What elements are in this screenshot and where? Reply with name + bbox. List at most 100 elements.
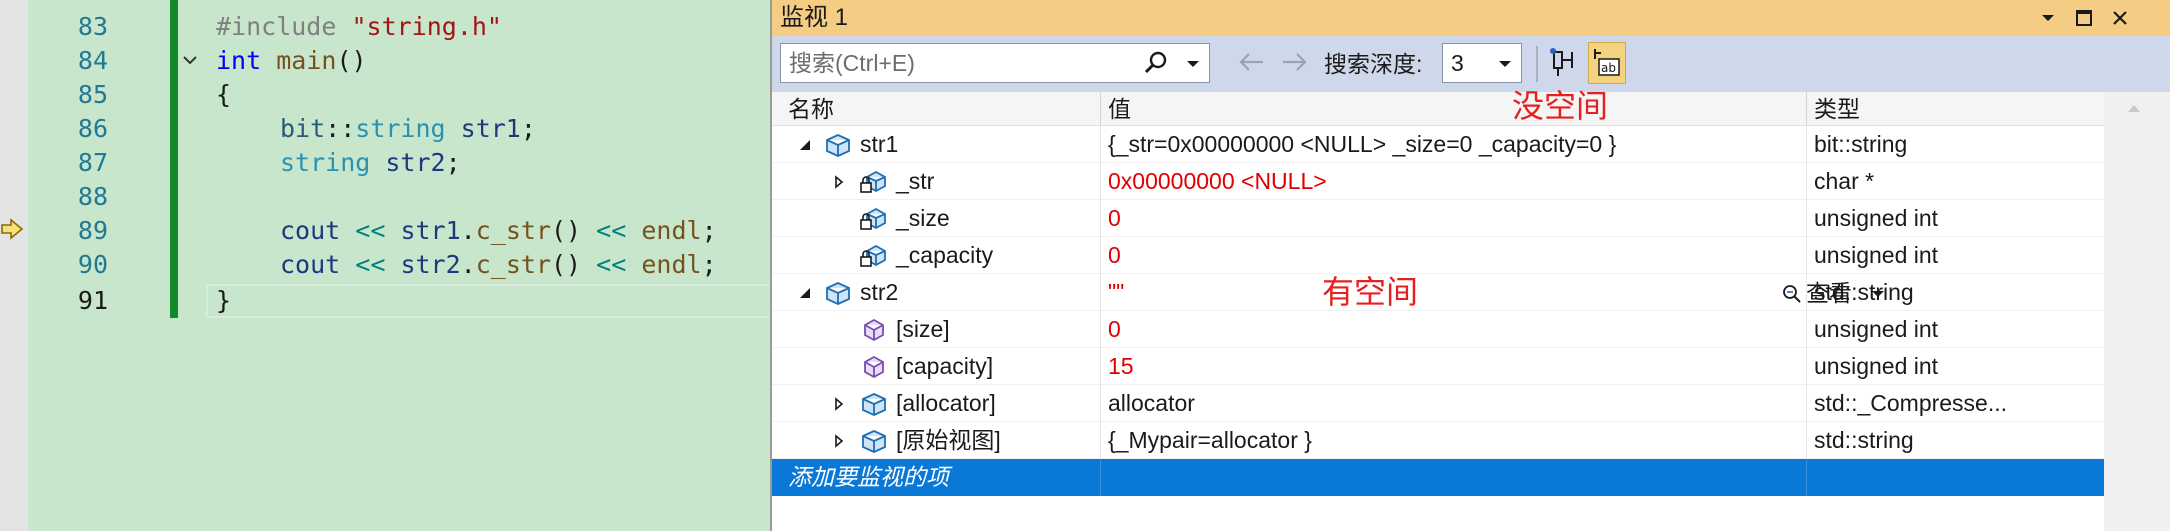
- line-number: 86: [77, 114, 108, 143]
- object-icon: [826, 282, 850, 305]
- watch-row-name: str2: [860, 279, 899, 305]
- watch-title: 监视 1: [780, 4, 849, 31]
- collapse-triangle-icon[interactable]: [798, 138, 812, 152]
- watch-toolbar: 搜索(Ctrl+E) 搜索深度: 3 ab: [772, 36, 2170, 92]
- cell-separator: [1100, 422, 1101, 459]
- cell-separator: [1100, 385, 1101, 422]
- column-resize-handle[interactable]: [1806, 92, 1807, 125]
- search-input[interactable]: 搜索(Ctrl+E): [780, 43, 1210, 83]
- private-field-icon: [860, 244, 886, 267]
- watch-row-value[interactable]: 0: [1108, 200, 1121, 237]
- cell-separator: [1806, 237, 1807, 274]
- window-options-icon[interactable]: [2034, 4, 2062, 32]
- watch-row[interactable]: [capacity] 15 unsigned int: [772, 348, 2104, 385]
- annotation-no-space: 没空间: [1512, 88, 1609, 124]
- code-editor[interactable]: 83 84 85 86 87 88 89 90 91 #include "str…: [0, 0, 806, 531]
- watch-row-name: _str: [896, 168, 935, 194]
- watch-row-value[interactable]: 0x00000000 <NULL>: [1108, 163, 1327, 200]
- pin-icon[interactable]: [1548, 46, 1582, 82]
- cell-separator: [1100, 126, 1101, 163]
- search-icon[interactable]: [1143, 50, 1169, 76]
- cell-separator: [1806, 422, 1807, 459]
- watch-row-name: _capacity: [896, 242, 994, 268]
- cell-separator: [1806, 274, 1807, 311]
- line-number: 83: [77, 12, 108, 41]
- watch-row-value[interactable]: 0: [1108, 237, 1121, 274]
- add-watch-item-label[interactable]: 添加要监视的项: [788, 459, 949, 496]
- breakpoint-gutter[interactable]: [0, 0, 28, 531]
- search-forward-arrow-icon[interactable]: [1280, 50, 1310, 74]
- expand-triangle-icon[interactable]: [832, 434, 846, 448]
- cell-separator: [1100, 163, 1101, 200]
- watch-row[interactable]: _capacity 0 unsigned int: [772, 237, 2104, 274]
- watch-row-value[interactable]: 0: [1108, 311, 1121, 348]
- watch-row[interactable]: _str 0x00000000 <NULL> char *: [772, 163, 2104, 200]
- line-number-current: 91: [77, 286, 108, 315]
- chevron-down-icon[interactable]: [1497, 58, 1513, 70]
- cell-separator: [1806, 311, 1807, 348]
- svg-text:ab: ab: [1601, 61, 1616, 75]
- private-field-icon: [860, 170, 886, 193]
- watch-row-type: char *: [1814, 168, 1875, 194]
- watch-row[interactable]: [allocator] allocator std::_Compresse...: [772, 385, 2104, 422]
- expand-triangle-icon[interactable]: [832, 175, 846, 189]
- watch-row-value[interactable]: {_Mypair=allocator }: [1108, 422, 1312, 459]
- vertical-scrollbar[interactable]: [2104, 92, 2170, 531]
- code-line: cout << str2.c_str() << endl;: [280, 250, 717, 279]
- column-header-name[interactable]: 名称: [788, 92, 834, 126]
- change-tracking-bar: [170, 0, 178, 318]
- watch-row-value[interactable]: {_str=0x00000000 <NULL> _size=0 _capacit…: [1108, 126, 1616, 163]
- column-header-value[interactable]: 值: [1108, 92, 1131, 126]
- chevron-down-icon[interactable]: [1185, 58, 1201, 70]
- code-line: string str2;: [280, 148, 461, 177]
- object-icon: [826, 134, 850, 157]
- search-depth-label: 搜索深度:: [1324, 51, 1423, 77]
- watch-row[interactable]: [原始视图] {_Mypair=allocator } std::string: [772, 422, 2104, 459]
- watch-row-name: [capacity]: [896, 353, 994, 379]
- search-depth-select[interactable]: 3: [1442, 43, 1522, 83]
- code-line: bit::string str1;: [280, 114, 536, 143]
- current-line-highlight: [206, 284, 806, 318]
- cell-separator: [1806, 348, 1807, 385]
- watch-row[interactable]: str1 {_str=0x00000000 <NULL> _size=0 _ca…: [772, 126, 2104, 163]
- watch-row-value[interactable]: "": [1108, 274, 1124, 311]
- maximize-icon[interactable]: [2070, 4, 2098, 32]
- collapse-chevron-icon[interactable]: [180, 50, 200, 70]
- code-line: }: [216, 286, 232, 315]
- watch-row-name: str1: [860, 131, 899, 157]
- scroll-up-arrow-icon[interactable]: [2126, 102, 2142, 114]
- collapse-triangle-icon[interactable]: [798, 286, 812, 300]
- line-number: 90: [77, 250, 108, 279]
- line-number: 85: [77, 80, 108, 109]
- hex-display-toggle[interactable]: ab: [1588, 42, 1626, 84]
- watch-row-value[interactable]: allocator: [1108, 385, 1195, 422]
- watch-row-type: std::string: [1814, 427, 1914, 453]
- cell-separator: [1806, 200, 1807, 237]
- watch-row[interactable]: str2 "" 有空间 查看 std::string: [772, 274, 2104, 311]
- watch-row-name: [allocator]: [896, 390, 996, 416]
- watch-row-value[interactable]: 15: [1108, 348, 1134, 385]
- watch-titlebar[interactable]: 监视 1: [772, 0, 2170, 36]
- cell-separator: [1806, 163, 1807, 200]
- watch-window[interactable]: 监视 1 搜索(Ctrl+E) 搜索深度: 3 ab 名称 值 类型 没空间 s…: [770, 0, 2170, 531]
- column-resize-handle[interactable]: [1100, 92, 1101, 125]
- line-number: 84: [77, 46, 108, 75]
- cell-separator: [1100, 274, 1101, 311]
- search-back-arrow-icon[interactable]: [1236, 50, 1266, 74]
- cell-separator: [1806, 459, 1807, 496]
- watch-row-type: unsigned int: [1814, 316, 1939, 342]
- close-icon[interactable]: [2106, 4, 2134, 32]
- annotation-has-space: 有空间: [1322, 274, 1419, 310]
- column-header-type[interactable]: 类型: [1814, 92, 1860, 126]
- watch-row-type: unsigned int: [1814, 242, 1939, 268]
- watch-row-name: _size: [896, 205, 950, 231]
- watch-row[interactable]: [size] 0 unsigned int: [772, 311, 2104, 348]
- watch-row[interactable]: _size 0 unsigned int: [772, 200, 2104, 237]
- property-icon: [864, 355, 884, 379]
- cell-separator: [1100, 237, 1101, 274]
- expand-triangle-icon[interactable]: [832, 397, 846, 411]
- toolbar-separator: [1536, 46, 1538, 82]
- add-watch-item-row[interactable]: 添加要监视的项: [772, 459, 2104, 496]
- code-line: {: [216, 80, 232, 109]
- column-header-row: 名称 值 类型 没空间: [772, 88, 2104, 126]
